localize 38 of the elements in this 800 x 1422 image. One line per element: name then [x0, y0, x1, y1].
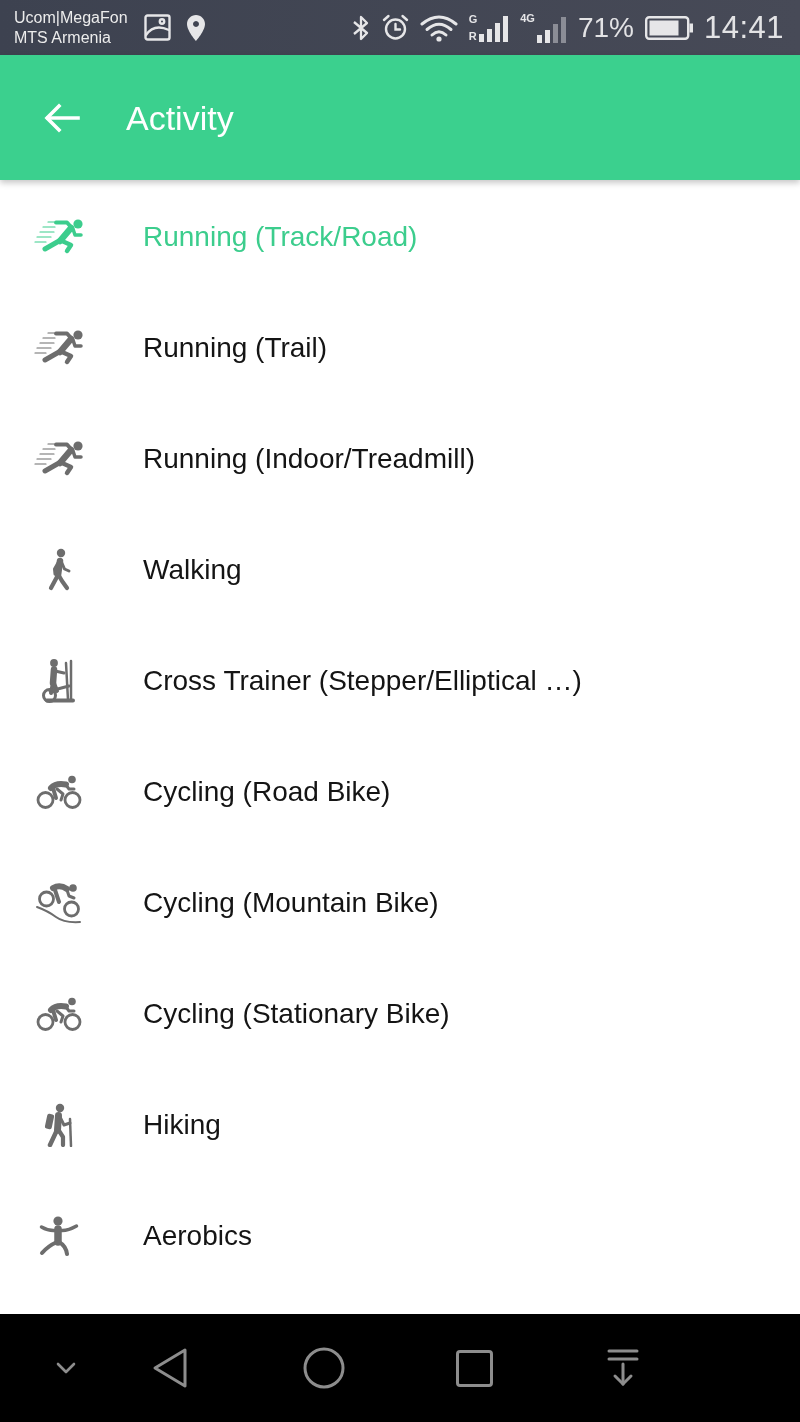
back-icon[interactable] [152, 1347, 188, 1389]
carrier-name: MTS Armenia [14, 27, 112, 48]
carrier-name: Ucom|MegaFon [14, 7, 128, 28]
status-time: 14:41 [703, 10, 784, 45]
activity-option[interactable]: Cycling (Stationary Bike) [143, 996, 450, 1031]
mountain-cyclist-icon [36, 881, 82, 924]
activity-option[interactable]: Hiking [143, 1107, 221, 1142]
runner-icon [34, 218, 84, 255]
screen-title: Activity [126, 97, 234, 138]
alarm-clock-icon [381, 14, 409, 41]
activity-option[interactable]: Cycling (Mountain Bike) [143, 885, 439, 920]
home-icon[interactable] [303, 1347, 345, 1389]
activity-option[interactable]: Running (Trail) [143, 330, 328, 365]
activity-option[interactable]: Cross Trainer (Stepper/Elliptical …) [143, 663, 582, 698]
battery-percentage: 71% [577, 11, 634, 44]
recent-apps-icon[interactable] [456, 1349, 493, 1387]
location-pin-icon [186, 14, 205, 41]
hiker-icon [44, 1102, 74, 1147]
gallery-icon [143, 14, 171, 41]
signal-bars-icon [479, 15, 510, 42]
runner-icon [34, 440, 84, 477]
network-type-label: 4G [520, 12, 535, 24]
signal-bars-icon [536, 16, 567, 43]
activity-option[interactable]: Running (Indoor/Treadmill) [143, 441, 475, 476]
network-type-label: G [468, 13, 478, 25]
walker-icon [46, 547, 72, 592]
battery-icon [644, 15, 693, 40]
roaming-label: R [468, 30, 478, 42]
elliptical-trainer-icon [41, 657, 77, 704]
jumping-figure-icon [39, 1215, 79, 1256]
activity-option[interactable]: Cycling (Road Bike) [143, 774, 391, 809]
cyclist-icon [36, 996, 82, 1031]
activity-option[interactable]: Walking [143, 552, 242, 587]
cyclist-icon [36, 774, 82, 809]
activity-option[interactable]: Aerobics [143, 1218, 252, 1253]
chevron-down-icon[interactable] [56, 1362, 76, 1374]
wifi-icon [419, 13, 458, 42]
runner-icon [34, 329, 84, 366]
